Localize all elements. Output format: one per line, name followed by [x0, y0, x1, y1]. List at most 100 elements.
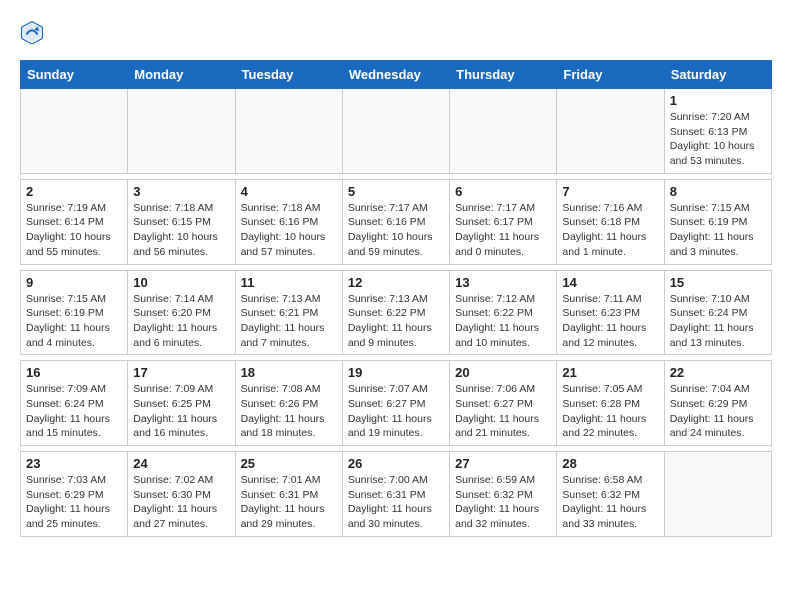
- day-number: 17: [133, 365, 229, 380]
- calendar-day-cell: [450, 89, 557, 174]
- day-number: 24: [133, 456, 229, 471]
- day-info: Sunrise: 7:20 AM Sunset: 6:13 PM Dayligh…: [670, 110, 766, 169]
- calendar-day-cell: 24 Sunrise: 7:02 AM Sunset: 6:30 PM Dayli…: [128, 452, 235, 537]
- calendar-day-cell: 19Sunrise: 7:07 AM Sunset: 6:27 PM Dayli…: [342, 361, 449, 446]
- calendar-day-cell: 8 Sunrise: 7:15 AM Sunset: 6:19 PM Daylig…: [664, 179, 771, 264]
- day-info: Sunrise: 6:58 AM Sunset: 6:32 PM Dayligh…: [562, 473, 658, 532]
- day-number: 26: [348, 456, 444, 471]
- day-number: 23: [26, 456, 122, 471]
- day-number: 9: [26, 275, 122, 290]
- day-info: Sunrise: 7:16 AM Sunset: 6:18 PM Dayligh…: [562, 201, 658, 260]
- day-number: 2: [26, 184, 122, 199]
- day-number: 13: [455, 275, 551, 290]
- day-number: 16: [26, 365, 122, 380]
- day-number: 11: [241, 275, 337, 290]
- day-number: 21: [562, 365, 658, 380]
- calendar-day-cell: [128, 89, 235, 174]
- day-number: 22: [670, 365, 766, 380]
- calendar-header-friday: Friday: [557, 61, 664, 89]
- day-info: Sunrise: 7:17 AM Sunset: 6:16 PM Dayligh…: [348, 201, 444, 260]
- calendar-day-cell: [21, 89, 128, 174]
- page-header: [20, 20, 772, 44]
- day-info: Sunrise: 7:07 AM Sunset: 6:27 PM Dayligh…: [348, 382, 444, 441]
- logo-icon: [20, 20, 44, 44]
- calendar-day-cell: 7 Sunrise: 7:16 AM Sunset: 6:18 PM Daylig…: [557, 179, 664, 264]
- calendar-header-wednesday: Wednesday: [342, 61, 449, 89]
- calendar-day-cell: 16 Sunrise: 7:09 AM Sunset: 6:24 PM Dayli…: [21, 361, 128, 446]
- calendar-day-cell: 23 Sunrise: 7:03 AM Sunset: 6:29 PM Dayli…: [21, 452, 128, 537]
- day-info: Sunrise: 7:09 AM Sunset: 6:25 PM Dayligh…: [133, 382, 229, 441]
- day-number: 18: [241, 365, 337, 380]
- calendar-header-row: SundayMondayTuesdayWednesdayThursdayFrid…: [21, 61, 772, 89]
- calendar-day-cell: 25 Sunrise: 7:01 AM Sunset: 6:31 PM Dayli…: [235, 452, 342, 537]
- calendar-day-cell: 14Sunrise: 7:11 AM Sunset: 6:23 PM Dayli…: [557, 270, 664, 355]
- day-number: 7: [562, 184, 658, 199]
- day-number: 8: [670, 184, 766, 199]
- calendar-week-row: 16 Sunrise: 7:09 AM Sunset: 6:24 PM Dayli…: [21, 361, 772, 446]
- calendar-day-cell: 28 Sunrise: 6:58 AM Sunset: 6:32 PM Dayli…: [557, 452, 664, 537]
- day-info: Sunrise: 7:06 AM Sunset: 6:27 PM Dayligh…: [455, 382, 551, 441]
- day-info: Sunrise: 6:59 AM Sunset: 6:32 PM Dayligh…: [455, 473, 551, 532]
- day-number: 14: [562, 275, 658, 290]
- calendar-day-cell: [664, 452, 771, 537]
- calendar-day-cell: [557, 89, 664, 174]
- calendar-day-cell: 11Sunrise: 7:13 AM Sunset: 6:21 PM Dayli…: [235, 270, 342, 355]
- day-info: Sunrise: 7:13 AM Sunset: 6:22 PM Dayligh…: [348, 292, 444, 351]
- calendar-week-row: 23 Sunrise: 7:03 AM Sunset: 6:29 PM Dayli…: [21, 452, 772, 537]
- day-info: Sunrise: 7:18 AM Sunset: 6:16 PM Dayligh…: [241, 201, 337, 260]
- day-info: Sunrise: 7:19 AM Sunset: 6:14 PM Dayligh…: [26, 201, 122, 260]
- calendar-header-monday: Monday: [128, 61, 235, 89]
- calendar-day-cell: 9Sunrise: 7:15 AM Sunset: 6:19 PM Daylig…: [21, 270, 128, 355]
- day-number: 25: [241, 456, 337, 471]
- day-info: Sunrise: 7:14 AM Sunset: 6:20 PM Dayligh…: [133, 292, 229, 351]
- calendar-day-cell: 22 Sunrise: 7:04 AM Sunset: 6:29 PM Dayli…: [664, 361, 771, 446]
- day-info: Sunrise: 7:05 AM Sunset: 6:28 PM Dayligh…: [562, 382, 658, 441]
- day-info: Sunrise: 7:00 AM Sunset: 6:31 PM Dayligh…: [348, 473, 444, 532]
- day-number: 4: [241, 184, 337, 199]
- calendar-day-cell: [235, 89, 342, 174]
- day-info: Sunrise: 7:18 AM Sunset: 6:15 PM Dayligh…: [133, 201, 229, 260]
- calendar-day-cell: 26 Sunrise: 7:00 AM Sunset: 6:31 PM Dayli…: [342, 452, 449, 537]
- day-number: 5: [348, 184, 444, 199]
- day-number: 27: [455, 456, 551, 471]
- calendar-header-tuesday: Tuesday: [235, 61, 342, 89]
- calendar-day-cell: 1 Sunrise: 7:20 AM Sunset: 6:13 PM Daylig…: [664, 89, 771, 174]
- day-info: Sunrise: 7:17 AM Sunset: 6:17 PM Dayligh…: [455, 201, 551, 260]
- day-info: Sunrise: 7:04 AM Sunset: 6:29 PM Dayligh…: [670, 382, 766, 441]
- day-info: Sunrise: 7:10 AM Sunset: 6:24 PM Dayligh…: [670, 292, 766, 351]
- day-number: 10: [133, 275, 229, 290]
- day-info: Sunrise: 7:09 AM Sunset: 6:24 PM Dayligh…: [26, 382, 122, 441]
- calendar-day-cell: 27 Sunrise: 6:59 AM Sunset: 6:32 PM Dayli…: [450, 452, 557, 537]
- day-number: 15: [670, 275, 766, 290]
- day-number: 20: [455, 365, 551, 380]
- calendar-week-row: 9Sunrise: 7:15 AM Sunset: 6:19 PM Daylig…: [21, 270, 772, 355]
- calendar-header-thursday: Thursday: [450, 61, 557, 89]
- calendar-day-cell: 3 Sunrise: 7:18 AM Sunset: 6:15 PM Daylig…: [128, 179, 235, 264]
- calendar-day-cell: 15 Sunrise: 7:10 AM Sunset: 6:24 PM Dayli…: [664, 270, 771, 355]
- calendar-table: SundayMondayTuesdayWednesdayThursdayFrid…: [20, 60, 772, 537]
- calendar-day-cell: 13 Sunrise: 7:12 AM Sunset: 6:22 PM Dayli…: [450, 270, 557, 355]
- calendar-day-cell: 10 Sunrise: 7:14 AM Sunset: 6:20 PM Dayli…: [128, 270, 235, 355]
- day-info: Sunrise: 7:01 AM Sunset: 6:31 PM Dayligh…: [241, 473, 337, 532]
- day-info: Sunrise: 7:15 AM Sunset: 6:19 PM Dayligh…: [670, 201, 766, 260]
- calendar-header-sunday: Sunday: [21, 61, 128, 89]
- calendar-day-cell: 18 Sunrise: 7:08 AM Sunset: 6:26 PM Dayli…: [235, 361, 342, 446]
- day-info: Sunrise: 7:03 AM Sunset: 6:29 PM Dayligh…: [26, 473, 122, 532]
- day-number: 3: [133, 184, 229, 199]
- calendar-day-cell: 20 Sunrise: 7:06 AM Sunset: 6:27 PM Dayli…: [450, 361, 557, 446]
- day-number: 6: [455, 184, 551, 199]
- calendar-day-cell: 17 Sunrise: 7:09 AM Sunset: 6:25 PM Dayli…: [128, 361, 235, 446]
- day-info: Sunrise: 7:12 AM Sunset: 6:22 PM Dayligh…: [455, 292, 551, 351]
- calendar-week-row: 2 Sunrise: 7:19 AM Sunset: 6:14 PM Daylig…: [21, 179, 772, 264]
- day-info: Sunrise: 7:02 AM Sunset: 6:30 PM Dayligh…: [133, 473, 229, 532]
- calendar-day-cell: [342, 89, 449, 174]
- day-number: 12: [348, 275, 444, 290]
- day-number: 1: [670, 93, 766, 108]
- calendar-week-row: 1 Sunrise: 7:20 AM Sunset: 6:13 PM Daylig…: [21, 89, 772, 174]
- calendar-day-cell: 6 Sunrise: 7:17 AM Sunset: 6:17 PM Daylig…: [450, 179, 557, 264]
- calendar-day-cell: 12 Sunrise: 7:13 AM Sunset: 6:22 PM Dayli…: [342, 270, 449, 355]
- day-info: Sunrise: 7:08 AM Sunset: 6:26 PM Dayligh…: [241, 382, 337, 441]
- calendar-day-cell: 5 Sunrise: 7:17 AM Sunset: 6:16 PM Daylig…: [342, 179, 449, 264]
- day-number: 28: [562, 456, 658, 471]
- calendar-header-saturday: Saturday: [664, 61, 771, 89]
